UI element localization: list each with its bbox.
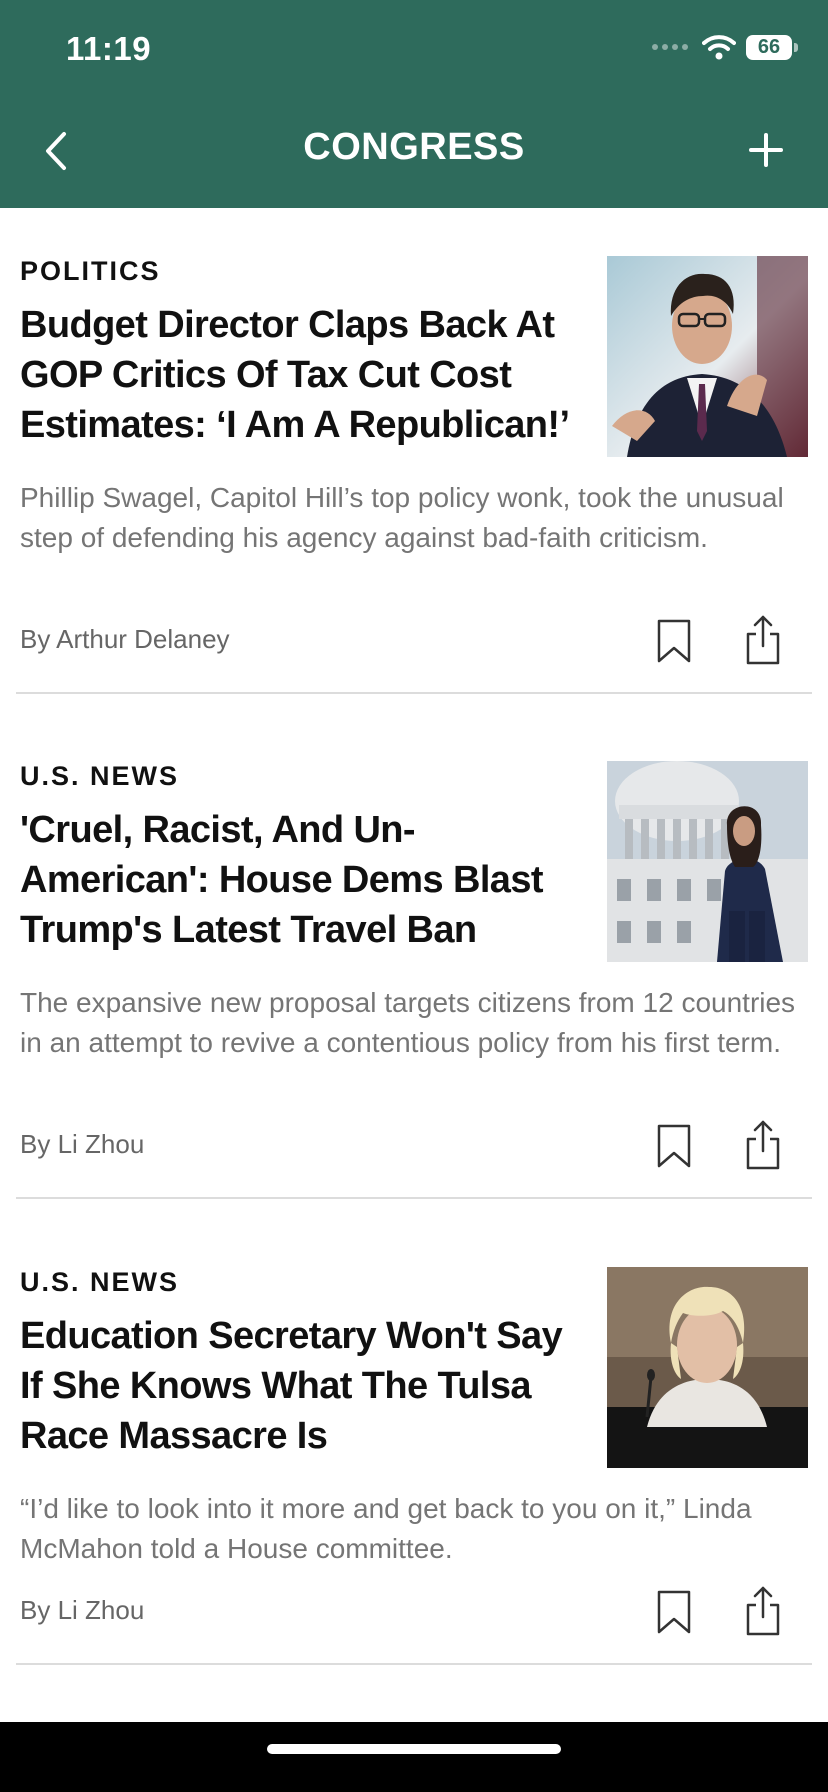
wifi-icon	[702, 35, 736, 60]
article-byline: By Li Zhou	[20, 1595, 145, 1625]
share-icon[interactable]	[744, 614, 782, 666]
article-card[interactable]: U.S. NEWS Education Secretary Won't Say …	[0, 1219, 828, 1724]
article-headline[interactable]: Budget Director Claps Back At GOP Critic…	[20, 300, 580, 450]
article-summary[interactable]: Phillip Swagel, Capitol Hill’s top polic…	[20, 478, 800, 558]
status-icons: 66	[652, 34, 798, 60]
article-byline: By Arthur Delaney	[20, 624, 230, 654]
battery-indicator: 66	[746, 34, 798, 60]
page-title: CONGRESS	[303, 126, 525, 168]
article-card[interactable]: U.S. NEWS 'Cruel, Racist, And Un-America…	[0, 713, 828, 1218]
add-plus-icon[interactable]	[748, 132, 784, 168]
share-icon[interactable]	[744, 1119, 782, 1171]
home-indicator-area	[0, 1722, 828, 1792]
article-headline[interactable]: 'Cruel, Racist, And Un-American': House …	[20, 805, 580, 955]
article-headline[interactable]: Education Secretary Won't Say If She Kno…	[20, 1311, 580, 1461]
app-header: 11:19 66 CONGRESS	[0, 0, 828, 208]
article-category[interactable]: U.S. NEWS	[20, 761, 179, 792]
divider	[16, 692, 812, 694]
divider	[16, 1197, 812, 1199]
status-time: 11:19	[66, 30, 152, 67]
article-card[interactable]: POLITICS Budget Director Claps Back At G…	[0, 208, 828, 713]
cellular-signal-icon	[652, 44, 688, 50]
article-category[interactable]: POLITICS	[20, 256, 161, 287]
article-summary[interactable]: The expansive new proposal targets citiz…	[20, 983, 800, 1063]
article-category[interactable]: U.S. NEWS	[20, 1267, 179, 1298]
divider	[16, 1663, 812, 1665]
bookmark-icon[interactable]	[656, 1589, 692, 1635]
article-thumbnail[interactable]	[607, 256, 808, 457]
bookmark-icon[interactable]	[656, 618, 692, 664]
article-summary[interactable]: “I’d like to look into it more and get b…	[20, 1489, 800, 1569]
article-thumbnail[interactable]	[607, 761, 808, 962]
article-thumbnail[interactable]	[607, 1267, 808, 1468]
home-indicator[interactable]	[267, 1744, 561, 1754]
share-icon[interactable]	[744, 1585, 782, 1637]
bookmark-icon[interactable]	[656, 1123, 692, 1169]
article-byline: By Li Zhou	[20, 1129, 145, 1159]
